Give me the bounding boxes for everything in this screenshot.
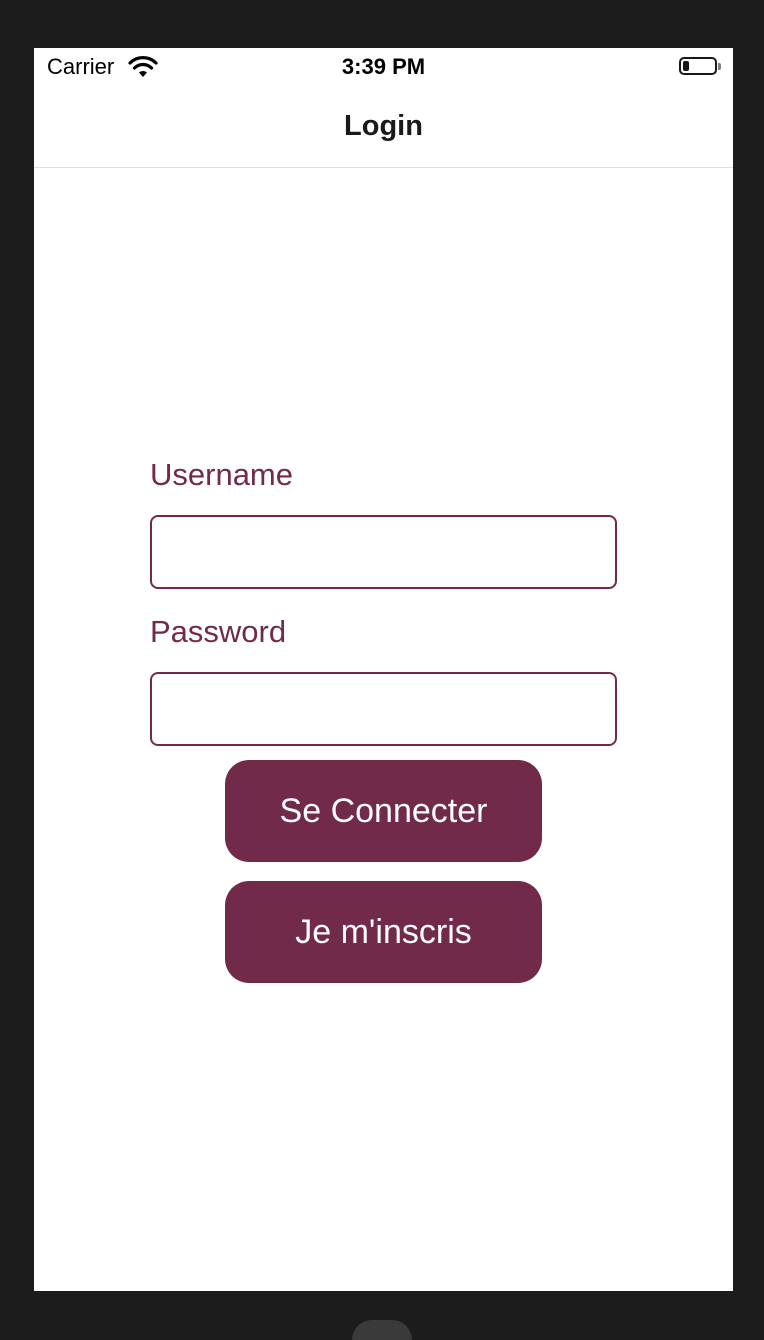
username-input[interactable]	[150, 515, 617, 589]
device-frame: Carrier 3:39 PM Login Username Password …	[0, 0, 764, 1340]
status-time: 3:39 PM	[341, 54, 426, 79]
page-title: Login	[344, 110, 423, 142]
battery-icon	[679, 57, 717, 75]
password-label: Password	[150, 614, 287, 649]
battery-level	[683, 61, 689, 71]
login-button[interactable]: Se Connecter	[225, 760, 542, 862]
username-label: Username	[150, 457, 293, 492]
signup-button[interactable]: Je m'inscris	[225, 881, 542, 983]
home-indicator	[352, 1320, 412, 1340]
app-screen: Carrier 3:39 PM Login Username Password …	[34, 48, 733, 1291]
battery-cap	[718, 63, 721, 70]
status-bar: Carrier 3:39 PM	[34, 48, 733, 88]
login-form: Username Password	[150, 456, 617, 746]
navigation-bar: Login	[34, 88, 733, 168]
password-input[interactable]	[150, 672, 617, 746]
